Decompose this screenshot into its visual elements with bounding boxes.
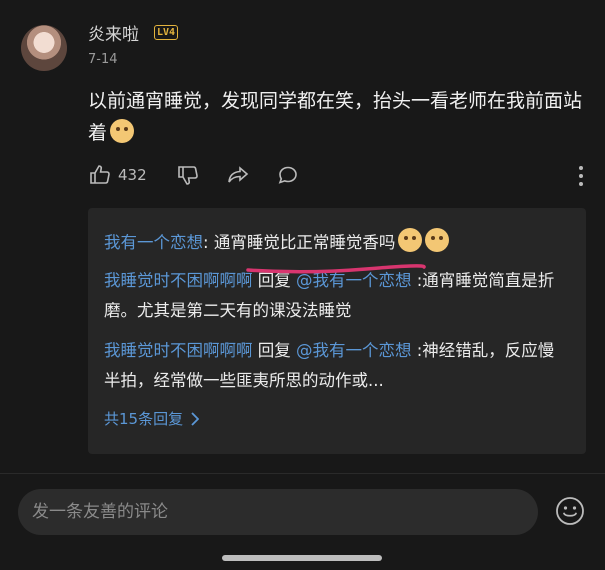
- reply-verb: 回复: [252, 341, 296, 360]
- thumbs-up-icon: [90, 165, 110, 184]
- thumbs-down-icon: [178, 166, 198, 185]
- reply-author[interactable]: 我睡觉时不困啊啊啊: [104, 271, 253, 290]
- home-indicator[interactable]: [222, 555, 382, 561]
- dog-emoji-icon: [398, 228, 423, 252]
- like-button[interactable]: 432: [88, 163, 147, 187]
- reply-button[interactable]: [276, 163, 300, 187]
- share-icon: [228, 166, 249, 183]
- share-button[interactable]: [226, 163, 250, 187]
- emoji-icon[interactable]: [555, 496, 585, 526]
- reply-item[interactable]: 我睡觉时不困啊啊啊 回复 @我有一个恋想 :通宵睡觉简直是折磨。尤其是第二天有的…: [104, 266, 570, 326]
- dog-emoji-icon: [425, 228, 450, 252]
- chevron-right-icon: [191, 411, 200, 426]
- level-badge: LV4: [154, 25, 179, 40]
- more-button[interactable]: [578, 165, 584, 191]
- reply-text: 通宵睡觉比正常睡觉香吗: [213, 233, 396, 252]
- avatar[interactable]: [21, 25, 67, 71]
- dog-emoji-icon: [110, 119, 135, 143]
- handwritten-underline: [246, 264, 426, 274]
- reply-item[interactable]: 我有一个恋想: 通宵睡觉比正常睡觉香吗: [104, 228, 570, 258]
- dislike-button[interactable]: [176, 163, 200, 187]
- composer-divider: [0, 473, 605, 474]
- username[interactable]: 炎来啦: [88, 20, 139, 45]
- reply-author[interactable]: 我睡觉时不困啊啊啊: [104, 341, 253, 360]
- expand-replies-link[interactable]: 共15条回复: [104, 408, 200, 429]
- comment-text-content: 以前通宵睡觉，发现同学都在笑，抬头一看老师在我前面站着: [88, 90, 583, 144]
- reply-item[interactable]: 我睡觉时不困啊啊啊 回复 @我有一个恋想 :神经错乱，反应慢半拍，经常做一些匪夷…: [104, 336, 570, 396]
- reply-separator: :: [203, 233, 214, 252]
- more-icon: [579, 166, 583, 186]
- comment-input[interactable]: 发一条友善的评论: [18, 489, 538, 535]
- comment-date: 7-14: [88, 52, 118, 67]
- comment-actions: 432: [88, 163, 588, 191]
- comment-text: 以前通宵睡觉，发现同学都在笑，抬头一看老师在我前面站着: [88, 85, 588, 149]
- comment-icon: [278, 166, 297, 184]
- reply-author[interactable]: 我有一个恋想: [104, 233, 203, 252]
- reply-target[interactable]: @我有一个恋想: [296, 341, 412, 360]
- like-count: 432: [118, 166, 147, 184]
- expand-replies-label: 共15条回复: [104, 410, 184, 428]
- replies-panel: 我有一个恋想: 通宵睡觉比正常睡觉香吗 我睡觉时不困啊啊啊 回复 @我有一个恋想…: [88, 208, 586, 454]
